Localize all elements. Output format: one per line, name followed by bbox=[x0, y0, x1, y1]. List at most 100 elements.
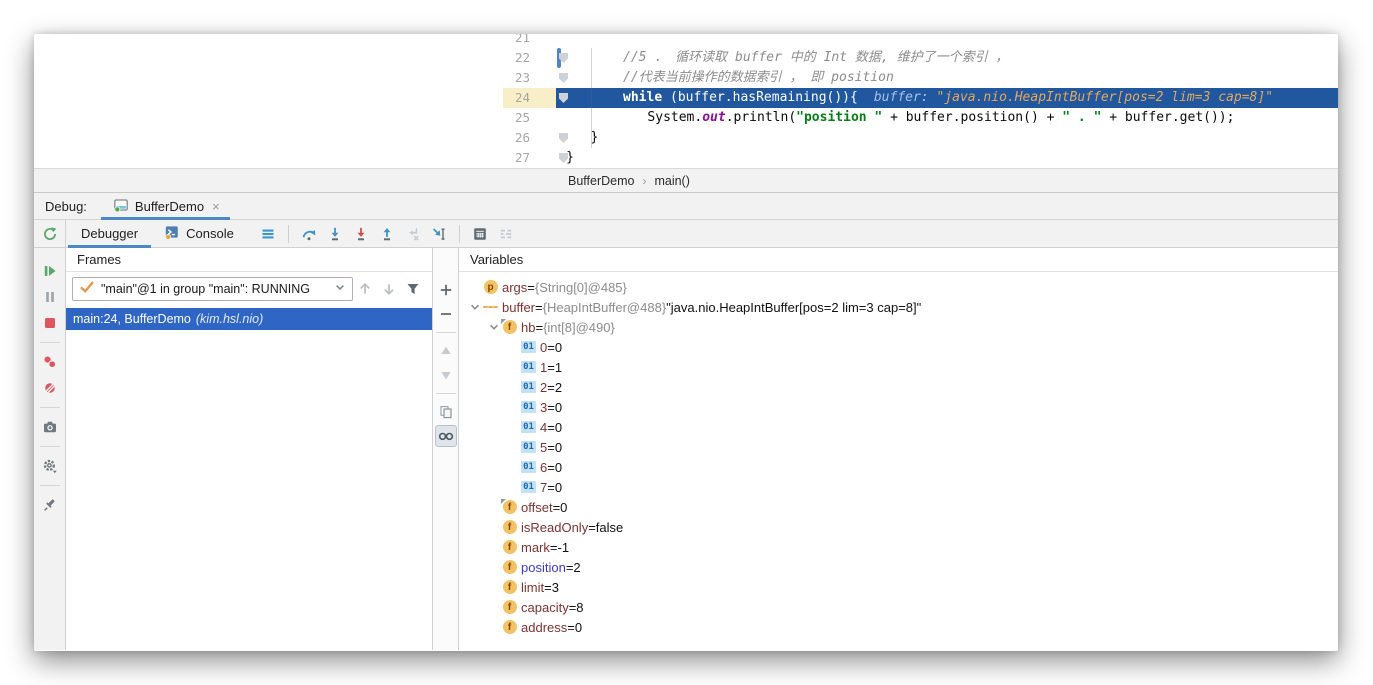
tab-console[interactable]: Console bbox=[151, 220, 247, 247]
variable-row-4[interactable]: 014 = 0 bbox=[459, 417, 1338, 437]
editor-line-23[interactable]: 23 //代表当前操作的数据索引 ， 即 position bbox=[34, 68, 1338, 88]
fold-marker-icon[interactable] bbox=[559, 73, 568, 83]
step-over-button[interactable] bbox=[297, 223, 321, 245]
evaluate-expression-button[interactable] bbox=[468, 223, 492, 245]
step-into-button[interactable] bbox=[323, 223, 347, 245]
separator bbox=[40, 407, 60, 408]
variable-row-address[interactable]: faddress = 0 bbox=[459, 617, 1338, 637]
editor-line-24[interactable]: 24 while (buffer.hasRemaining()){buffer: … bbox=[34, 88, 1338, 108]
line-number[interactable]: 23 bbox=[515, 68, 530, 88]
variable-row-args[interactable]: pargs = {String[0]@485} bbox=[459, 277, 1338, 297]
line-number[interactable]: 27 bbox=[515, 148, 530, 168]
variable-row-6[interactable]: 016 = 0 bbox=[459, 457, 1338, 477]
editor-gutter[interactable]: 23 bbox=[34, 68, 556, 88]
session-tab-bufferdemo[interactable]: BufferDemo × bbox=[101, 193, 230, 219]
session-tab-title: BufferDemo bbox=[135, 199, 204, 214]
variable-row-1[interactable]: 011 = 1 bbox=[459, 357, 1338, 377]
variable-row-limit[interactable]: flimit = 3 bbox=[459, 577, 1338, 597]
breadcrumb-class[interactable]: BufferDemo bbox=[568, 174, 634, 188]
variable-row-2[interactable]: 012 = 2 bbox=[459, 377, 1338, 397]
editor-line-21[interactable]: 21 bbox=[34, 34, 1338, 48]
thread-selector[interactable]: "main"@1 in group "main": RUNNING bbox=[72, 277, 353, 301]
breadcrumb-method[interactable]: main() bbox=[654, 174, 689, 188]
editor-gutter[interactable]: 21 bbox=[34, 34, 556, 48]
final-field-icon: f bbox=[502, 320, 517, 335]
frames-panel: Frames "main"@1 in group "main": RUNNING… bbox=[66, 248, 433, 650]
code-line-content[interactable] bbox=[556, 34, 1338, 48]
editor-gutter[interactable]: 25 bbox=[34, 108, 556, 128]
variable-row-capacity[interactable]: fcapacity = 8 bbox=[459, 597, 1338, 617]
line-number[interactable]: 24 bbox=[515, 88, 530, 108]
code-line-content[interactable]: System.out.println("position " + buffer.… bbox=[556, 108, 1338, 128]
code-line-content[interactable]: //5 ． 循环读取 buffer 中的 Int 数据, 维护了一个索引 ， bbox=[556, 48, 1338, 68]
variable-row-mark[interactable]: fmark = -1 bbox=[459, 537, 1338, 557]
debug-session-icon bbox=[113, 197, 129, 216]
step-out-button[interactable] bbox=[375, 223, 399, 245]
remove-watch-button[interactable] bbox=[435, 303, 457, 325]
editor-gutter[interactable]: 27 bbox=[34, 148, 556, 168]
run-to-cursor-button[interactable] bbox=[427, 223, 451, 245]
line-number[interactable]: 22 bbox=[515, 48, 530, 68]
view-breakpoints-button[interactable] bbox=[38, 350, 62, 374]
debug-label: Debug: bbox=[34, 193, 101, 219]
tab-debugger[interactable]: Debugger bbox=[68, 220, 151, 247]
editor-line-26[interactable]: 26} bbox=[34, 128, 1338, 148]
line-number[interactable]: 25 bbox=[515, 108, 530, 128]
editor-line-22[interactable]: 22 //5 ． 循环读取 buffer 中的 Int 数据, 维护了一个索引 ， bbox=[34, 48, 1338, 68]
editor-line-25[interactable]: 25 System.out.println("position " + buffe… bbox=[34, 108, 1338, 128]
variable-row-hb[interactable]: fhb = {int[8]@490} bbox=[459, 317, 1338, 337]
thread-dump-camera-button[interactable] bbox=[38, 415, 62, 439]
separator bbox=[459, 225, 460, 243]
variable-row-0[interactable]: 010 = 0 bbox=[459, 337, 1338, 357]
code-token: //代表当前操作的数据索引 ， 即 position bbox=[623, 70, 894, 85]
menu-button[interactable] bbox=[256, 223, 280, 245]
force-step-into-icon bbox=[353, 226, 369, 242]
variable-name: 5 bbox=[540, 440, 547, 455]
variable-row-offset[interactable]: foffset = 0 bbox=[459, 497, 1338, 517]
code-line-content[interactable]: //代表当前操作的数据索引 ， 即 position bbox=[556, 68, 1338, 88]
editor-line-27[interactable]: 27} bbox=[34, 148, 1338, 168]
drop-frame-icon bbox=[405, 226, 421, 242]
editor-gutter[interactable]: 26 bbox=[34, 128, 556, 148]
tree-indent bbox=[505, 459, 521, 475]
line-number[interactable]: 26 bbox=[515, 128, 530, 148]
resume-button[interactable] bbox=[38, 259, 62, 283]
variable-value: 0 bbox=[555, 420, 562, 435]
view-breakpoints-icon bbox=[42, 354, 58, 370]
field-icon: f bbox=[502, 540, 517, 555]
variable-row-position[interactable]: fposition = 2 bbox=[459, 557, 1338, 577]
variable-row-buffer[interactable]: buffer = {HeapIntBuffer@488} "java.nio.H… bbox=[459, 297, 1338, 317]
variable-row-isReadOnly[interactable]: fisReadOnly = false bbox=[459, 517, 1338, 537]
variable-value: "java.nio.HeapIntBuffer[pos=2 lim=3 cap=… bbox=[666, 300, 921, 315]
force-step-into-button[interactable] bbox=[349, 223, 373, 245]
tree-indent bbox=[486, 599, 502, 615]
add-watch-button[interactable] bbox=[435, 279, 457, 301]
code-line-content[interactable]: } bbox=[556, 148, 1338, 168]
editor-gutter[interactable]: 24 bbox=[34, 88, 556, 108]
code-line-content[interactable]: while (buffer.hasRemaining()){buffer: "j… bbox=[556, 88, 1338, 108]
code-line-content[interactable]: } bbox=[556, 128, 1338, 148]
variable-row-7[interactable]: 017 = 0 bbox=[459, 477, 1338, 497]
line-number[interactable]: 21 bbox=[515, 34, 530, 48]
chevron-expand-icon[interactable] bbox=[486, 319, 502, 335]
variable-row-3[interactable]: 013 = 0 bbox=[459, 397, 1338, 417]
rerun-button[interactable] bbox=[38, 223, 62, 245]
mute-breakpoints-button[interactable] bbox=[38, 376, 62, 400]
variable-name: 6 bbox=[540, 460, 547, 475]
chevron-expand-icon[interactable] bbox=[467, 299, 483, 315]
hide-frames-filter-button[interactable] bbox=[401, 278, 425, 300]
pin-button[interactable] bbox=[38, 493, 62, 517]
variable-row-5[interactable]: 015 = 0 bbox=[459, 437, 1338, 457]
fold-marker-icon[interactable] bbox=[559, 133, 568, 143]
stop-button[interactable] bbox=[38, 311, 62, 335]
fold-marker-icon[interactable] bbox=[559, 93, 568, 103]
move-up-button bbox=[435, 340, 457, 362]
close-icon[interactable]: × bbox=[212, 199, 220, 214]
code-editor[interactable]: 2122 //5 ． 循环读取 buffer 中的 Int 数据, 维护了一个索引… bbox=[34, 34, 1338, 192]
editor-gutter[interactable]: 22 bbox=[34, 48, 556, 68]
debug-toolbar: Debugger Console bbox=[66, 220, 1338, 248]
settings-button[interactable] bbox=[38, 454, 62, 478]
variable-value: = bbox=[547, 380, 555, 395]
show-watches-button[interactable] bbox=[435, 425, 457, 447]
frame-row-main-24[interactable]: main:24, BufferDemo (kim.hsl.nio) bbox=[66, 308, 432, 330]
